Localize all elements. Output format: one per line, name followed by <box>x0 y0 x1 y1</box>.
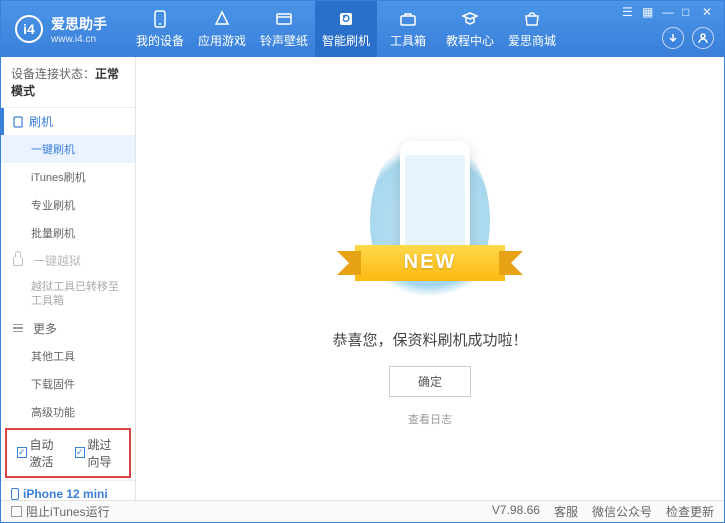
checkbox-icon <box>11 506 22 517</box>
connection-status: 设备连接状态：正常模式 <box>1 57 135 108</box>
tab-flash[interactable]: 智能刷机 <box>315 1 377 57</box>
sidebar-cat-flash[interactable]: 刷机 <box>1 108 135 135</box>
tab-store[interactable]: 爱思商城 <box>501 1 563 57</box>
checkbox-auto-activate[interactable]: ✓自动激活 <box>17 436 61 470</box>
checkbox-icon: ✓ <box>17 447 27 458</box>
lock-window-icon[interactable]: ▦ <box>642 5 656 19</box>
app-url: www.i4.cn <box>51 34 107 45</box>
view-log-link[interactable]: 查看日志 <box>408 411 452 427</box>
phone-icon <box>13 116 23 128</box>
jailbreak-note: 越狱工具已转移至工具箱 <box>1 274 135 315</box>
wechat-link[interactable]: 微信公众号 <box>592 503 652 520</box>
minimize-icon[interactable]: — <box>662 5 676 19</box>
ok-button[interactable]: 确定 <box>389 366 471 397</box>
download-button[interactable] <box>662 27 684 49</box>
version-label: V7.98.66 <box>492 503 540 520</box>
sidebar-item-other[interactable]: 其他工具 <box>1 342 135 370</box>
checkbox-skip-guide[interactable]: ✓跳过向导 <box>75 436 119 470</box>
logo-area: i4 爱思助手 www.i4.cn <box>1 14 121 45</box>
device-name: iPhone 12 mini <box>11 487 125 500</box>
check-update-link[interactable]: 检查更新 <box>666 503 714 520</box>
sidebar-item-firmware[interactable]: 下载固件 <box>1 370 135 398</box>
window-controls: ☰ ▦ — □ ✕ <box>622 5 716 19</box>
nav-tabs: 我的设备 应用游戏 铃声壁纸 智能刷机 工具箱 教程中心 爱思商城 <box>129 1 563 57</box>
sidebar-cat-jailbreak[interactable]: 一键越狱 <box>1 247 135 274</box>
tab-ringtones[interactable]: 铃声壁纸 <box>253 1 315 57</box>
sidebar-item-itunes[interactable]: iTunes刷机 <box>1 163 135 191</box>
lock-icon <box>13 256 23 266</box>
new-banner: NEW <box>355 245 505 281</box>
checkbox-highlight-row: ✓自动激活 ✓跳过向导 <box>5 428 131 478</box>
support-link[interactable]: 客服 <box>554 503 578 520</box>
status-bar: 阻止iTunes运行 V7.98.66 客服 微信公众号 检查更新 <box>1 500 724 522</box>
main-content: NEW 恭喜您，保资料刷机成功啦！ 确定 查看日志 <box>136 57 724 500</box>
sidebar-cat-more[interactable]: 更多 <box>1 315 135 342</box>
logo-icon: i4 <box>15 15 43 43</box>
menu-icon[interactable]: ☰ <box>622 5 636 19</box>
sidebar-item-batch[interactable]: 批量刷机 <box>1 219 135 247</box>
tab-toolbox[interactable]: 工具箱 <box>377 1 439 57</box>
maximize-icon[interactable]: □ <box>682 5 696 19</box>
close-icon[interactable]: ✕ <box>702 5 716 19</box>
success-illustration: NEW <box>370 131 490 311</box>
sidebar-item-oneclick[interactable]: 一键刷机 <box>1 135 135 163</box>
device-info[interactable]: iPhone 12 mini 64GB Down-12mini-13,1 <box>1 480 135 500</box>
checkbox-block-itunes[interactable]: 阻止iTunes运行 <box>11 503 110 520</box>
tab-tutorials[interactable]: 教程中心 <box>439 1 501 57</box>
sidebar-item-advanced[interactable]: 高级功能 <box>1 398 135 426</box>
tab-my-device[interactable]: 我的设备 <box>129 1 191 57</box>
sidebar-item-pro[interactable]: 专业刷机 <box>1 191 135 219</box>
app-header: i4 爱思助手 www.i4.cn 我的设备 应用游戏 铃声壁纸 智能刷机 工具… <box>1 1 724 57</box>
sidebar: 设备连接状态：正常模式 刷机 一键刷机 iTunes刷机 专业刷机 批量刷机 一… <box>1 57 136 500</box>
app-name: 爱思助手 <box>51 14 107 34</box>
device-phone-icon <box>11 488 19 500</box>
tab-apps[interactable]: 应用游戏 <box>191 1 253 57</box>
user-button[interactable] <box>692 27 714 49</box>
checkbox-icon: ✓ <box>75 447 85 458</box>
success-message: 恭喜您，保资料刷机成功啦！ <box>332 329 527 350</box>
list-icon <box>13 324 23 333</box>
